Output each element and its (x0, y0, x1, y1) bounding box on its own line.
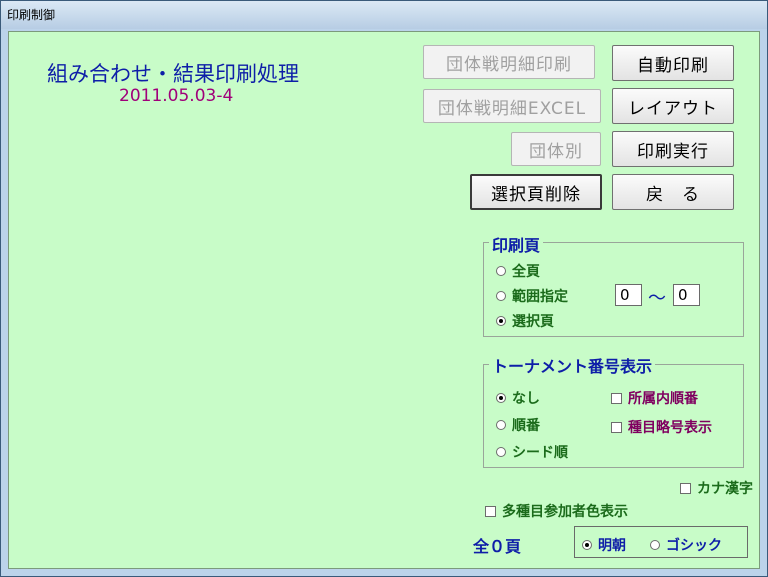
checkbox-event-abbrev-label: 種目略号表示 (628, 420, 712, 436)
total-pages-label: 全０頁 (473, 537, 522, 556)
checkbox-box (611, 392, 622, 404)
radio-gothic-label: ゴシック (666, 538, 722, 554)
range-from-input[interactable]: 0 (615, 284, 642, 306)
by-team-button[interactable]: 団体別 (511, 132, 601, 166)
team-detail-print-button[interactable]: 団体戦明細印刷 (423, 45, 595, 79)
radio-seed-order-label: シード順 (512, 445, 568, 461)
radio-circle (496, 291, 506, 301)
radio-all-pages-label: 全頁 (512, 264, 540, 280)
checkbox-multi-event-color[interactable]: 多種目参加者色表示 (485, 501, 628, 521)
checkbox-affiliation-order[interactable]: 所属内順番 (611, 388, 698, 408)
checkbox-kana-kanji[interactable]: カナ漢字 (680, 478, 753, 498)
auto-print-button[interactable]: 自動印刷 (612, 45, 734, 81)
checkbox-box (680, 482, 691, 494)
dialog-body: 組み合わせ・結果印刷処理 2011.05.03-4 団体戦明細印刷 団体戦明細E… (8, 31, 760, 569)
layout-button[interactable]: レイアウト (612, 88, 734, 124)
radio-mincho[interactable]: 明朝 (582, 535, 626, 555)
back-button[interactable]: 戻 る (612, 174, 734, 210)
radio-page-range[interactable]: 範囲指定 (496, 286, 568, 306)
range-separator: 〜 (648, 288, 666, 309)
window-title: 印刷制御 (7, 8, 56, 22)
radio-no-number-label: なし (512, 391, 540, 407)
radio-circle-selected (582, 540, 592, 550)
page-heading: 組み合わせ・結果印刷処理 (47, 62, 299, 86)
team-detail-excel-button[interactable]: 団体戦明細EXCEL (423, 89, 601, 123)
delete-selected-page-button[interactable]: 選択頁削除 (470, 174, 602, 210)
version-label: 2011.05.03-4 (119, 86, 234, 106)
radio-no-number[interactable]: なし (496, 388, 540, 408)
radio-selected-pages[interactable]: 選択頁 (496, 311, 554, 331)
title-bar: 印刷制御 (1, 1, 767, 29)
checkbox-kana-kanji-label: カナ漢字 (697, 481, 753, 497)
radio-gothic[interactable]: ゴシック (650, 535, 722, 555)
checkbox-affiliation-order-label: 所属内順番 (628, 391, 698, 407)
print-control-window: 印刷制御 組み合わせ・結果印刷処理 2011.05.03-4 団体戦明細印刷 団… (0, 0, 768, 577)
radio-mincho-label: 明朝 (598, 538, 626, 554)
print-execute-button[interactable]: 印刷実行 (612, 131, 734, 167)
radio-all-pages[interactable]: 全頁 (496, 261, 540, 281)
checkbox-box (485, 505, 496, 517)
radio-circle-selected (496, 316, 506, 326)
radio-seed-order[interactable]: シード順 (496, 442, 568, 462)
radio-page-range-label: 範囲指定 (512, 289, 568, 305)
checkbox-event-abbrev[interactable]: 種目略号表示 (611, 417, 712, 437)
radio-circle-selected (496, 393, 506, 403)
checkbox-multi-event-color-label: 多種目参加者色表示 (502, 504, 628, 520)
radio-selected-pages-label: 選択頁 (512, 314, 554, 330)
radio-order-label: 順番 (512, 418, 540, 434)
radio-circle (650, 540, 660, 550)
print-pages-legend: 印刷頁 (489, 232, 544, 256)
radio-circle (496, 266, 506, 276)
radio-order[interactable]: 順番 (496, 415, 540, 435)
radio-circle (496, 420, 506, 430)
checkbox-box (611, 421, 622, 433)
tournament-number-legend: トーナメント番号表示 (489, 353, 656, 377)
radio-circle (496, 447, 506, 457)
range-to-input[interactable]: 0 (673, 284, 700, 306)
